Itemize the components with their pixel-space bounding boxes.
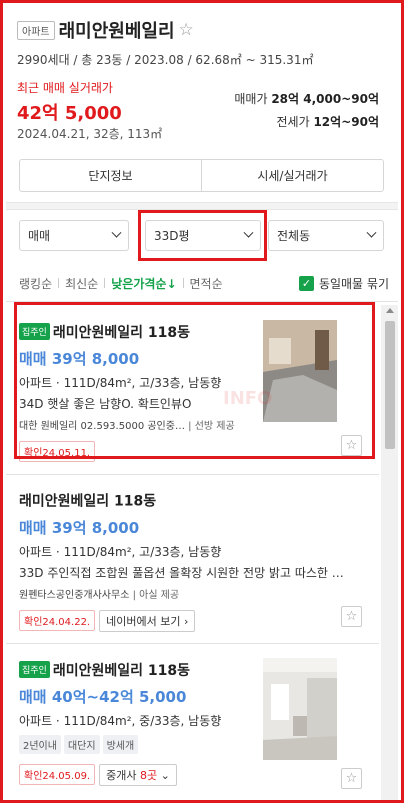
sort-area[interactable]: 면적순 (190, 275, 223, 292)
sort-ranking[interactable]: 랭킹순 (19, 275, 52, 292)
app-frame: 아파트 래미안원베일리 ☆ 2990세대 / 총 23동 / 2023.08 / 6… (0, 0, 404, 803)
recent-trade-label: 최근 매매 실거래가 (17, 81, 113, 95)
scroll-up-arrow-icon[interactable] (386, 308, 394, 313)
favorite-star-icon[interactable]: ☆ (179, 21, 194, 39)
complex-button-row: 단지정보 시세/실거래가 (19, 159, 384, 192)
chevron-down-icon (111, 227, 122, 238)
listing-price: 매매 39억 8,000 (19, 518, 140, 537)
sale-range-label: 매매가 (234, 92, 268, 106)
list-divider (6, 643, 379, 644)
section-separator (6, 202, 398, 210)
list-divider (6, 474, 379, 475)
rent-range-label: 전세가 (276, 115, 310, 129)
recent-trade-detail: 2024.04.21, 32층, 113㎡ (17, 127, 163, 141)
sale-price-range: 매매가 28억 4,000~90억 (234, 90, 379, 107)
sale-range-value: 28억 4,000~90억 (271, 92, 379, 106)
listing-source: | 아실 제공 (132, 589, 180, 601)
sort-latest[interactable]: 최신순 (65, 275, 98, 292)
complex-header: 아파트 래미안원베일리 ☆ 2990세대 / 총 23동 / 2023.08 / 6… (17, 17, 387, 68)
chevron-down-icon (366, 227, 377, 238)
trade-type-select[interactable]: 매매 (19, 220, 129, 251)
sort-divider (58, 278, 60, 288)
confirm-date: 확인24.04.22. (19, 609, 96, 631)
recent-trade-price: 42억 5,000 (17, 103, 122, 124)
size-filter-highlight (138, 210, 267, 261)
complex-info-button[interactable]: 단지정보 (20, 160, 201, 191)
complex-info: 2990세대 / 총 23동 / 2023.08 / 62.68㎡ ~ 315.… (17, 53, 314, 67)
listing-title: 래미안원베일리 118동 (19, 493, 157, 510)
tag-chip: 방세개 (102, 734, 139, 754)
chevron-down-icon: ⌄ (160, 768, 170, 782)
listing-title: 래미안원베일리 118동 (52, 662, 190, 679)
agent-count-dropdown[interactable]: 중개사 8곳 ⌄ (99, 763, 177, 786)
trade-type-value: 매매 (28, 229, 51, 243)
listing-agent: 원펜타스공인중개사사무소 (19, 589, 130, 601)
complex-name: 래미안원베일리 (58, 21, 175, 42)
rent-price-range: 전세가 12억~90억 (277, 113, 380, 130)
listing-spec: 아파트 · 111D/84m², 고/33층, 남동향 (19, 544, 222, 559)
tag-chip: 대단지 (63, 734, 100, 754)
rent-range-value: 12억~90억 (313, 115, 379, 129)
group-same-listings-toggle[interactable]: ✓ 동일매물 묶기 (298, 275, 389, 292)
sort-bar: 랭킹순 최신순 낮은가격순↓ 면적순 ✓ 동일매물 묶기 (19, 274, 389, 292)
type-badge: 아파트 (17, 20, 55, 40)
dong-select[interactable]: 전체동 (268, 220, 384, 251)
listing-photo[interactable] (263, 658, 337, 760)
listing-highlight (14, 302, 375, 459)
owner-tag: 집주인 (19, 661, 50, 678)
tag-chip: 2년이내 (19, 734, 61, 754)
market-price-button[interactable]: 시세/실거래가 (201, 160, 383, 191)
checkbox-checked-icon: ✓ (298, 275, 314, 291)
sort-low-price[interactable]: 낮은가격순↓ (111, 275, 176, 292)
bookmark-star-icon[interactable]: ☆ (341, 768, 362, 789)
sort-divider (104, 278, 106, 288)
view-on-naver-link[interactable]: 네이버에서 보기 › (99, 609, 196, 632)
confirm-date: 확인24.05.09. (19, 763, 96, 785)
sort-divider (182, 278, 184, 288)
scrollbar-thumb[interactable] (385, 321, 395, 449)
listing-desc: 33D 주인직접 조합원 풀옵션 올확장 시원한 전망 밝고 따스한 … (19, 565, 344, 580)
listing-agent-row: 원펜타스공인중개사사무소 | 아실 제공 (19, 586, 369, 601)
dong-value: 전체동 (277, 229, 311, 243)
bookmark-star-icon[interactable]: ☆ (341, 606, 362, 627)
listing-item[interactable]: 래미안원베일리 118동 매매 39억 8,000 아파트 · 111D/84m… (19, 490, 369, 632)
group-same-listings-label: 동일매물 묶기 (318, 276, 389, 291)
